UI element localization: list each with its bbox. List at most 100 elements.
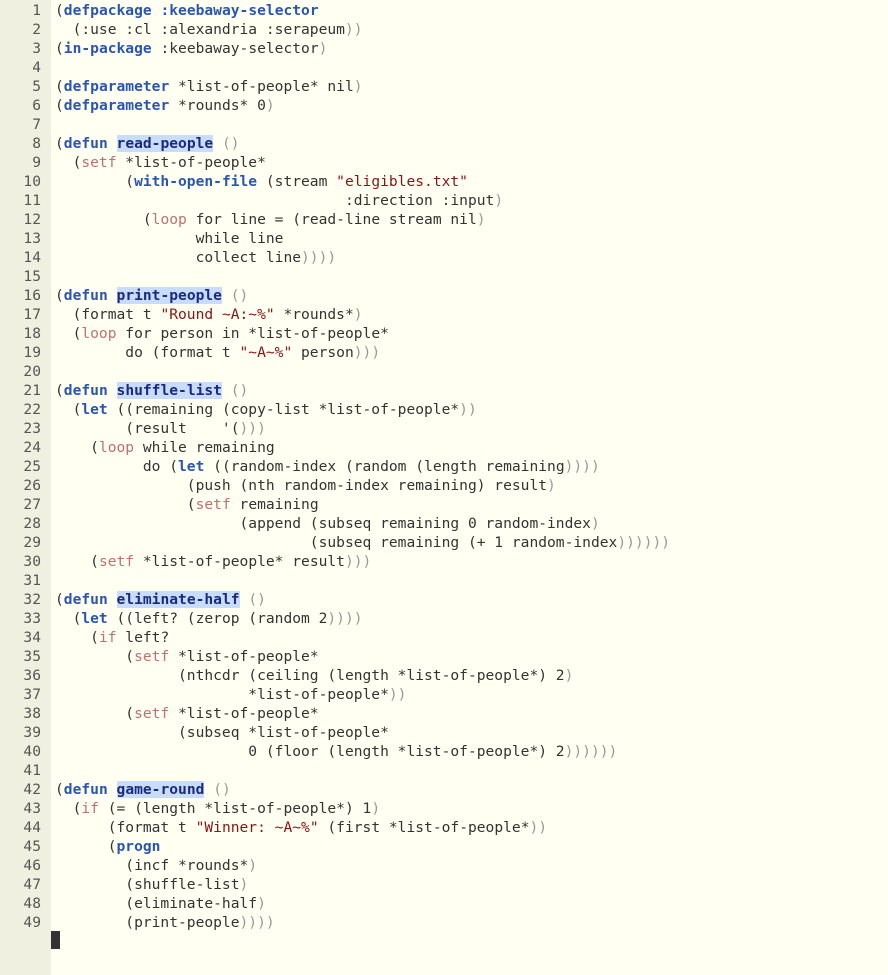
code-token: defun xyxy=(63,135,108,152)
code-token: ))) xyxy=(239,420,266,437)
line-text: (defun game-round () xyxy=(55,780,231,799)
code-token: ( xyxy=(55,78,64,95)
code-token: (subseq *list-of-people* xyxy=(55,724,389,741)
code-token: remaining xyxy=(230,496,319,513)
line-text: (in-package :keebaway-selector) xyxy=(55,39,327,58)
line-number: 3 xyxy=(32,40,41,57)
line-text: (defun read-people () xyxy=(55,134,240,153)
line-text: (let ((left? (zerop (random 2)))) xyxy=(55,609,363,628)
code-token: *list-of-people* xyxy=(169,705,319,722)
line-text: (loop for person in *list-of-people* xyxy=(55,324,389,343)
line-text: (loop while remaining xyxy=(55,438,275,457)
code-token: ) xyxy=(371,800,381,817)
code-token: ( xyxy=(55,610,82,627)
line-number: 15 xyxy=(23,268,41,285)
line-text: (defun shuffle-list () xyxy=(55,381,248,400)
code-token: "Winner: ~A~%" xyxy=(195,819,319,836)
code-token: ( xyxy=(55,97,64,114)
function-name: print-people xyxy=(116,287,222,304)
code-token: *list-of-people* xyxy=(116,154,266,171)
line-number: 14 xyxy=(23,249,41,266)
code-token: ( xyxy=(55,173,135,190)
code-token: )) xyxy=(529,819,548,836)
code-token: :direction :input xyxy=(55,192,495,209)
code-token: () xyxy=(213,781,231,798)
code-token: ((remaining (copy-list *list-of-people* xyxy=(107,401,460,418)
line-text: (if left? xyxy=(55,628,169,647)
line-text: (progn xyxy=(55,837,161,856)
code-token: () xyxy=(230,382,249,399)
line-text: (shuffle-list) xyxy=(55,875,248,894)
line-text: :direction :input) xyxy=(55,191,503,210)
code-token: collect line xyxy=(55,249,302,266)
line-number: 20 xyxy=(23,363,41,380)
line-number: 6 xyxy=(32,97,41,114)
function-name: game-round xyxy=(116,781,205,798)
code-token: ( xyxy=(55,629,99,646)
line-text: (with-open-file (stream "eligibles.txt" xyxy=(55,172,468,191)
code-token: setf xyxy=(195,496,231,513)
code-token: () xyxy=(221,135,240,152)
code-token: ( xyxy=(55,553,99,570)
code-token: ( xyxy=(55,496,196,513)
line-number: 7 xyxy=(32,116,41,133)
line-number: 23 xyxy=(23,420,41,437)
code-token: )) xyxy=(459,401,477,418)
code-token: ( xyxy=(55,135,64,152)
line-number: 38 xyxy=(23,705,41,722)
code-token: defun xyxy=(63,287,108,304)
code-token: (= (length *list-of-people*) 1 xyxy=(98,800,372,817)
code-token: if xyxy=(98,629,117,646)
line-number: 34 xyxy=(23,629,41,646)
function-name: read-people xyxy=(116,135,214,152)
code-token: () xyxy=(230,287,249,304)
code-token: (shuffle-list xyxy=(55,876,240,893)
line-number: 12 xyxy=(23,211,41,228)
code-token: ( xyxy=(55,154,82,171)
code-token: (nthcdr (ceiling (length *list-of-people… xyxy=(55,667,565,684)
code-token: while remaining xyxy=(134,439,275,456)
line-text: (:use :cl :alexandria :serapeum)) xyxy=(55,20,363,39)
code-token: (:use :cl :alexandria :serapeum xyxy=(55,21,345,38)
text-cursor xyxy=(51,931,60,949)
line-number: 25 xyxy=(23,458,41,475)
code-token: )))) xyxy=(564,458,600,475)
line-number: 30 xyxy=(23,553,41,570)
code-token: ( xyxy=(55,211,152,228)
line-text: (subseq *list-of-people* xyxy=(55,723,389,742)
line-number: 8 xyxy=(32,135,41,152)
line-number: 40 xyxy=(23,743,41,760)
line-text: (defparameter *rounds* 0) xyxy=(55,96,275,115)
code-token: ) xyxy=(318,40,328,57)
line-text: (eliminate-half) xyxy=(55,894,266,913)
line-text: (defpackage :keebaway-selector xyxy=(55,1,319,20)
line-number: 27 xyxy=(23,496,41,513)
code-token: ))) xyxy=(344,553,372,570)
code-token: defun xyxy=(63,591,108,608)
code-token: person xyxy=(292,344,354,361)
code-token: ( xyxy=(55,2,64,19)
line-text: (setf *list-of-people* result))) xyxy=(55,552,371,571)
code-token: ) xyxy=(353,78,363,95)
line-number: 33 xyxy=(23,610,41,627)
line-text: 0 (floor (length *list-of-people*) 2))))… xyxy=(55,742,617,761)
function-name: shuffle-list xyxy=(116,382,222,399)
line-text: (defparameter *list-of-people* nil) xyxy=(55,77,363,96)
line-number: 11 xyxy=(23,192,41,209)
line-text: (defun eliminate-half () xyxy=(55,590,266,609)
line-number: 22 xyxy=(23,401,41,418)
code-token: ) xyxy=(265,97,275,114)
code-token: "eligibles.txt" xyxy=(336,173,468,190)
code-token: ( xyxy=(55,325,82,342)
code-token: ( xyxy=(55,781,64,798)
line-number: 2 xyxy=(32,21,41,38)
code-token: ( xyxy=(55,287,64,304)
line-text: do (let ((random-index (random (length r… xyxy=(55,457,600,476)
code-editor[interactable]: 1 (defpackage :keebaway-selector 2 (:use :… xyxy=(0,0,888,975)
line-text: (incf *rounds*) xyxy=(55,856,257,875)
code-token: ) xyxy=(257,895,266,912)
code-token: ( xyxy=(55,401,82,418)
